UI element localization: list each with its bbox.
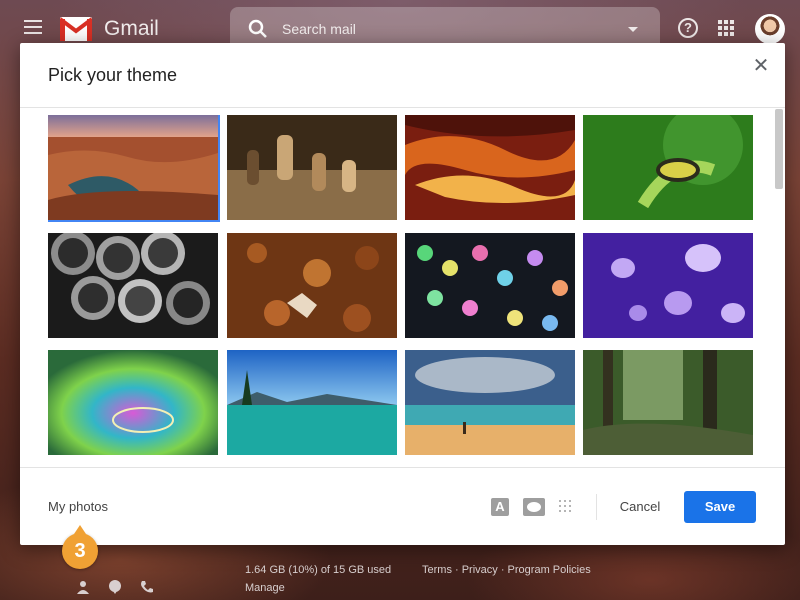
- theme-thumbnail-lake-tahoe[interactable]: [227, 350, 397, 455]
- account-avatar[interactable]: [755, 14, 785, 44]
- theme-picker-dialog: Pick your theme ✕ My photos A Cancel Sav…: [20, 43, 785, 545]
- theme-thumbnail-jellyfish[interactable]: [583, 233, 753, 338]
- theme-thumbnail-autumn-leaves[interactable]: [227, 233, 397, 338]
- main-menu-icon[interactable]: [24, 20, 42, 36]
- divider: [20, 107, 785, 108]
- gmail-logo-icon[interactable]: [60, 17, 92, 41]
- dialog-title: Pick your theme: [48, 65, 178, 85]
- footer-links[interactable]: Terms · Privacy · Program Policies: [422, 564, 591, 576]
- app-name[interactable]: Gmail: [104, 17, 159, 41]
- divider: [596, 494, 597, 520]
- theme-thumbnail-bokeh-lights[interactable]: [405, 233, 575, 338]
- theme-thumbnail-iridescent-water[interactable]: [48, 350, 218, 455]
- my-photos-button[interactable]: My photos: [48, 499, 108, 514]
- save-button[interactable]: Save: [684, 491, 756, 523]
- text-background-icon[interactable]: A: [491, 498, 509, 516]
- phone-icon[interactable]: [140, 580, 154, 594]
- theme-thumbnail-beach[interactable]: [405, 350, 575, 455]
- search-options-icon[interactable]: [628, 27, 638, 32]
- help-icon[interactable]: ?: [678, 18, 698, 38]
- hangouts-icon[interactable]: [108, 580, 122, 594]
- theme-thumbnail-chess[interactable]: [227, 115, 397, 220]
- apps-grid-icon[interactable]: [718, 20, 734, 36]
- search-icon[interactable]: [248, 19, 268, 39]
- storage-usage: 1.64 GB (10%) of 15 GB used: [245, 564, 392, 576]
- theme-grid: [48, 115, 758, 465]
- search-input[interactable]: Search mail: [282, 21, 356, 37]
- contacts-icon[interactable]: [76, 580, 90, 594]
- divider: [20, 467, 785, 468]
- theme-thumbnail-pipes[interactable]: [48, 233, 218, 338]
- theme-thumbnail-forest[interactable]: [583, 350, 753, 455]
- cancel-button[interactable]: Cancel: [610, 491, 670, 523]
- theme-thumbnail-caterpillar[interactable]: [583, 115, 753, 220]
- vignette-icon[interactable]: [523, 498, 545, 516]
- theme-grid-scrollbar[interactable]: [775, 109, 783, 189]
- manage-storage-link[interactable]: Manage: [245, 582, 285, 594]
- blur-icon[interactable]: [558, 499, 574, 515]
- close-icon[interactable]: ✕: [752, 56, 770, 76]
- theme-thumbnail-canyon[interactable]: [48, 115, 220, 222]
- step-badge: 3: [62, 525, 98, 569]
- theme-thumbnail-antelope-canyon[interactable]: [405, 115, 575, 220]
